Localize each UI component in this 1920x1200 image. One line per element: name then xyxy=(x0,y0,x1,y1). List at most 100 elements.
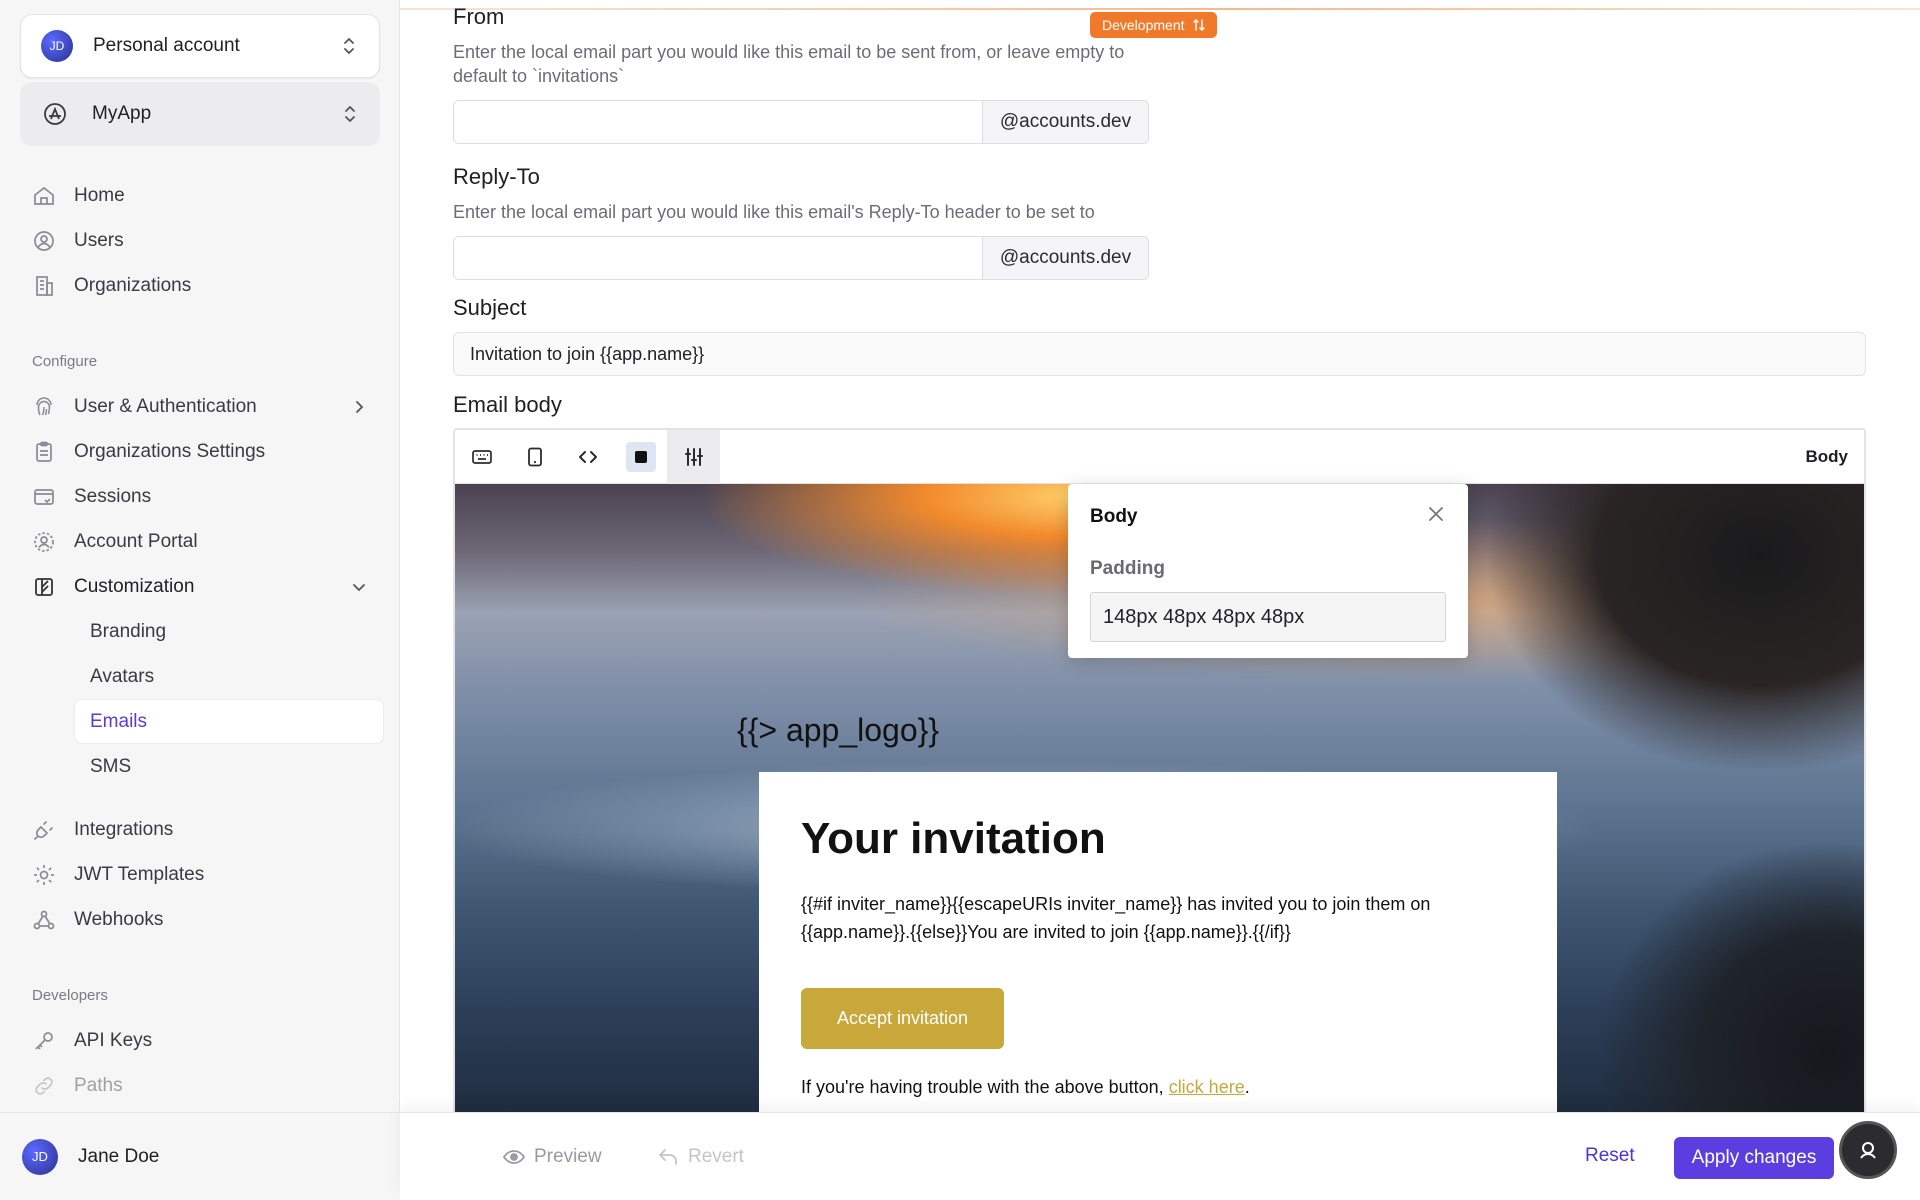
tablet-icon xyxy=(527,447,542,466)
sidebar-item-user-authentication[interactable]: User & Authentication xyxy=(20,384,384,429)
clipboard-icon xyxy=(36,441,52,462)
sidebar-item-label: Integrations xyxy=(74,818,174,840)
preview-button[interactable]: Preview xyxy=(502,1145,602,1169)
developers-nav: Developers API Keys Paths xyxy=(20,980,384,1108)
sidebar-item-label: User & Authentication xyxy=(74,395,257,417)
building-icon xyxy=(36,275,53,296)
account-avatar: JD xyxy=(41,30,73,62)
sidebar-item-sessions[interactable]: Sessions xyxy=(20,474,384,519)
user-circle-icon xyxy=(34,230,54,251)
section-title-developers: Developers xyxy=(32,986,108,1004)
sidebar-item-api-keys[interactable]: API Keys xyxy=(20,1018,384,1063)
section-title-configure: Configure xyxy=(32,352,98,370)
accept-invitation-button[interactable]: Accept invitation xyxy=(801,988,1004,1049)
user-menu[interactable]: JD Jane Doe xyxy=(0,1112,400,1200)
sidebar-item-organizations[interactable]: Organizations xyxy=(20,263,384,308)
sidebar-subitem-branding[interactable]: Branding xyxy=(20,609,384,654)
palette-book-icon xyxy=(35,577,53,596)
sidebar-item-label: Organizations Settings xyxy=(74,440,266,462)
chevron-down-icon xyxy=(353,583,365,591)
code-view-button[interactable] xyxy=(561,430,614,484)
swap-vertical-icon xyxy=(1192,19,1205,31)
close-icon[interactable] xyxy=(1426,504,1446,524)
fingerprint-icon xyxy=(36,396,52,415)
sidebar-item-organizations-settings[interactable]: Organizations Settings xyxy=(20,429,384,474)
sliders-icon xyxy=(684,447,703,466)
revert-button[interactable]: Revert xyxy=(656,1145,744,1169)
environment-bar xyxy=(400,8,1920,10)
popover-title: Body xyxy=(1090,506,1138,527)
sidebar-item-jwt-templates[interactable]: JWT Templates xyxy=(20,852,384,897)
sidebar-item-home[interactable]: Home xyxy=(20,173,384,218)
padding-input[interactable] xyxy=(1090,592,1446,642)
sidebar-item-customization[interactable]: Customization xyxy=(20,564,384,609)
support-icon xyxy=(1860,1142,1876,1159)
user-avatar: JD xyxy=(22,1138,58,1175)
app-switcher[interactable]: MyApp xyxy=(20,82,380,146)
undo-icon xyxy=(659,1149,677,1165)
sidebar-item-label: Users xyxy=(74,229,124,251)
environment-badge-label: Development xyxy=(1102,17,1185,33)
sidebar-item-label: Webhooks xyxy=(74,908,164,930)
desktop-view-button[interactable] xyxy=(455,430,508,484)
user-name: Jane Doe xyxy=(78,1145,160,1167)
sidebar: JD Personal account MyApp Home Users Org… xyxy=(0,0,400,1200)
window-check-icon xyxy=(34,488,54,505)
main-nav: Home Users Organizations xyxy=(20,173,384,308)
sidebar-item-label: Sessions xyxy=(74,485,152,507)
click-here-link[interactable]: click here xyxy=(1169,1077,1245,1097)
sidebar-item-integrations[interactable]: Integrations xyxy=(20,807,384,852)
sidebar-item-label: Account Portal xyxy=(74,530,198,552)
main-content: Development From Enter the local email p… xyxy=(400,0,1920,1112)
from-input[interactable] xyxy=(454,101,982,143)
chevron-right-icon xyxy=(356,400,364,413)
email-body-label: Email body xyxy=(453,392,562,417)
subject-label: Subject xyxy=(453,295,527,320)
sidebar-item-label: Organizations xyxy=(74,274,192,296)
from-label: From xyxy=(453,4,505,29)
body-settings-popover: Body Padding xyxy=(1068,484,1468,658)
email-card[interactable]: Your invitation {{#if inviter_name}}{{es… xyxy=(759,772,1557,1112)
account-switcher[interactable]: JD Personal account xyxy=(20,14,380,78)
environment-badge[interactable]: Development xyxy=(1090,12,1217,38)
chevron-up-down-icon xyxy=(345,106,355,122)
keyboard-icon xyxy=(471,449,492,464)
footer-period: . xyxy=(1244,1077,1250,1097)
user-dashed-icon xyxy=(34,531,54,552)
reply-to-field: @accounts.dev xyxy=(453,236,1149,280)
style-settings-button[interactable] xyxy=(667,430,720,484)
home-icon xyxy=(34,186,54,205)
support-chat-button[interactable] xyxy=(1839,1121,1897,1179)
reply-to-label: Reply-To xyxy=(453,164,540,189)
reply-to-domain-suffix: @accounts.dev xyxy=(982,237,1148,279)
action-bar: Preview Revert Reset Apply changes xyxy=(400,1112,1920,1200)
app-logo-placeholder[interactable]: {{> app_logo}} xyxy=(737,712,939,749)
sidebar-item-label: API Keys xyxy=(74,1029,153,1051)
email-footer-text[interactable]: If you're having trouble with the above … xyxy=(801,1077,1515,1098)
square-icon xyxy=(625,441,656,472)
sidebar-subitem-emails[interactable]: Emails xyxy=(74,699,384,744)
app-switcher-label: MyApp xyxy=(92,103,152,124)
sidebar-item-users[interactable]: Users xyxy=(20,218,384,263)
sidebar-subitem-avatars[interactable]: Avatars xyxy=(20,654,384,699)
background-image-rocks xyxy=(1504,750,1864,1112)
selected-element-label: Body xyxy=(1805,447,1849,466)
reply-to-input[interactable] xyxy=(454,237,982,279)
sidebar-item-label: Paths xyxy=(74,1074,123,1096)
mobile-view-button[interactable] xyxy=(508,430,561,484)
from-help: Enter the local email part you would lik… xyxy=(453,42,1125,86)
from-field: @accounts.dev xyxy=(453,100,1149,144)
sidebar-item-paths[interactable]: Paths xyxy=(20,1063,384,1108)
sidebar-item-webhooks[interactable]: Webhooks xyxy=(20,897,384,942)
sidebar-subitem-sms[interactable]: SMS xyxy=(20,744,384,789)
eye-icon xyxy=(502,1150,526,1164)
account-switcher-label: Personal account xyxy=(93,35,240,56)
apply-changes-button[interactable]: Apply changes xyxy=(1674,1137,1834,1179)
email-title[interactable]: Your invitation xyxy=(801,814,1515,864)
subject-input[interactable]: Invitation to join {{app.name}} xyxy=(453,332,1866,376)
editor-toolbar: Body xyxy=(455,430,1864,484)
email-body-text[interactable]: {{#if inviter_name}}{{escapeURIs inviter… xyxy=(801,890,1461,946)
select-block-button[interactable] xyxy=(614,430,667,484)
reset-button[interactable]: Reset xyxy=(1585,1145,1635,1167)
sidebar-item-account-portal[interactable]: Account Portal xyxy=(20,519,384,564)
